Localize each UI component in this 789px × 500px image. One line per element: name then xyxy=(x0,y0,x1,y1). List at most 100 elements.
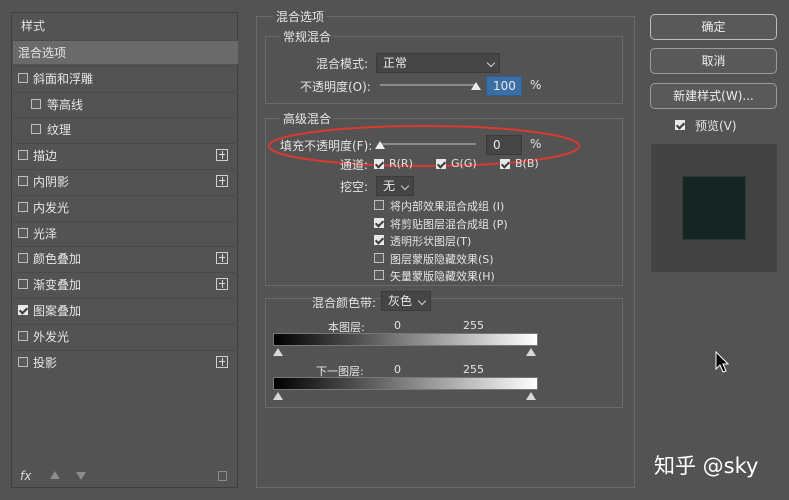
under-layer-high: 255 xyxy=(463,363,484,376)
channel-checkbox[interactable] xyxy=(436,159,446,169)
chevron-down-icon xyxy=(486,58,496,68)
style-checkbox[interactable] xyxy=(18,150,28,161)
style-checkbox[interactable] xyxy=(31,98,41,109)
this-layer-high: 255 xyxy=(463,319,484,332)
style-item[interactable]: 等高线 xyxy=(13,91,238,116)
opacity-slider-track[interactable] xyxy=(380,84,476,86)
under-layer-low: 0 xyxy=(394,363,401,376)
style-item-label: 斜面和浮雕 xyxy=(33,71,94,86)
style-item[interactable]: 纹理 xyxy=(13,117,238,141)
knockout-select[interactable]: 无 xyxy=(376,176,414,196)
advanced-option-checkbox[interactable] xyxy=(374,252,384,263)
add-effect-icon[interactable] xyxy=(216,149,228,162)
this-layer-low-handle[interactable] xyxy=(273,348,283,356)
style-item-label: 纹理 xyxy=(47,123,72,138)
preview-thumbnail xyxy=(651,144,777,272)
advanced-option-label: 将内部效果混合成组 (I) xyxy=(390,200,505,213)
advanced-option-checkbox[interactable] xyxy=(374,217,384,228)
channel-label: G(G) xyxy=(451,157,477,170)
style-item[interactable]: 投影 xyxy=(13,349,238,374)
style-item[interactable]: 描边 xyxy=(13,143,238,167)
opacity-slider-thumb[interactable] xyxy=(471,82,481,90)
cancel-button[interactable]: 取消 xyxy=(650,48,777,74)
channels-label: 通道: xyxy=(340,158,369,172)
add-effect-icon[interactable] xyxy=(216,278,228,291)
blend-mode-select[interactable]: 正常 xyxy=(376,53,500,73)
blend-if-select[interactable]: 灰色 xyxy=(381,291,431,311)
style-item[interactable]: 光泽 xyxy=(13,220,238,245)
under-layer-high-handle[interactable] xyxy=(526,392,536,400)
ok-button[interactable]: 确定 xyxy=(650,14,777,40)
chevron-down-icon xyxy=(417,296,427,306)
trash-icon[interactable] xyxy=(218,471,227,481)
style-checkbox[interactable] xyxy=(31,124,41,135)
style-checkbox[interactable] xyxy=(18,356,28,367)
advanced-option-label: 将剪贴图层混合成组 (P) xyxy=(390,217,508,231)
style-item[interactable]: 内阴影 xyxy=(13,169,238,193)
advanced-option-label: 图层蒙版隐藏效果(S) xyxy=(390,252,494,266)
style-item-label: 内阴影 xyxy=(33,175,70,189)
under-layer-low-handle[interactable] xyxy=(273,392,283,400)
style-checkbox[interactable] xyxy=(18,72,28,83)
style-checkbox[interactable] xyxy=(18,279,28,290)
advanced-option-checkbox[interactable] xyxy=(374,200,384,210)
style-item-label: 外发光 xyxy=(33,329,70,344)
advanced-option-checkbox[interactable] xyxy=(374,235,384,245)
general-blending-title: 常规混合 xyxy=(280,28,335,45)
style-item[interactable]: 渐变叠加 xyxy=(13,272,238,296)
style-item[interactable]: 混合选项 xyxy=(13,40,238,64)
blend-if-group xyxy=(265,298,623,408)
mouse-pointer-icon xyxy=(715,351,730,373)
preview-checkbox[interactable] xyxy=(675,120,685,130)
blend-if-label: 混合颜色带: xyxy=(312,296,377,310)
channel-label: B(B) xyxy=(515,157,539,170)
style-item[interactable]: 外发光 xyxy=(13,323,238,348)
move-up-icon[interactable] xyxy=(50,471,60,479)
style-checkbox[interactable] xyxy=(18,253,28,264)
add-effect-icon[interactable] xyxy=(216,252,228,265)
style-item[interactable]: 颜色叠加 xyxy=(13,246,238,270)
blending-options-title: 混合选项 xyxy=(273,8,328,25)
new-style-button[interactable]: 新建样式(W)... xyxy=(650,83,777,109)
style-checkbox[interactable] xyxy=(18,201,28,212)
under-layer-gradient[interactable] xyxy=(273,377,538,390)
style-checkbox[interactable] xyxy=(18,176,28,186)
this-layer-high-handle[interactable] xyxy=(526,348,536,356)
opacity-input[interactable]: 100 xyxy=(486,76,522,96)
opacity-unit: % xyxy=(530,78,542,92)
style-item-label: 图案叠加 xyxy=(33,304,82,318)
blend-mode-label: 混合模式: xyxy=(316,57,369,71)
style-item-label: 投影 xyxy=(33,355,58,370)
move-down-icon[interactable] xyxy=(76,472,86,480)
chevron-down-icon xyxy=(400,181,410,191)
preview-label[interactable]: 预览(V) xyxy=(695,117,737,134)
add-effect-icon[interactable] xyxy=(216,355,228,368)
advanced-option-label: 透明形状图层(T) xyxy=(390,235,472,248)
advanced-option-label: 矢量蒙版隐藏效果(H) xyxy=(390,270,495,283)
style-item-label: 光泽 xyxy=(33,226,58,241)
styles-header: 样式 xyxy=(21,19,46,33)
style-checkbox[interactable] xyxy=(18,330,28,341)
opacity-value: 100 xyxy=(493,79,516,93)
style-item-label: 混合选项 xyxy=(18,46,67,60)
style-item-label: 颜色叠加 xyxy=(33,252,82,267)
style-item[interactable]: 内发光 xyxy=(13,194,238,219)
add-effect-icon[interactable] xyxy=(216,175,228,187)
style-item-label: 渐变叠加 xyxy=(33,278,82,293)
this-layer-low: 0 xyxy=(394,319,401,332)
knockout-value: 无 xyxy=(383,179,396,193)
channel-checkbox[interactable] xyxy=(374,159,384,169)
style-checkbox[interactable] xyxy=(18,227,28,238)
opacity-label: 不透明度(O): xyxy=(300,80,371,94)
fx-icon[interactable]: fx xyxy=(20,469,31,483)
channel-checkbox[interactable] xyxy=(500,159,510,169)
advanced-option-checkbox[interactable] xyxy=(374,270,384,280)
knockout-label: 挖空: xyxy=(340,180,369,194)
style-item[interactable]: 图案叠加 xyxy=(13,298,238,322)
panel-footer: fx xyxy=(20,469,230,485)
watermark: 知乎 @sky xyxy=(654,454,759,478)
this-layer-gradient[interactable] xyxy=(273,333,538,346)
style-item[interactable]: 斜面和浮雕 xyxy=(13,65,238,90)
style-checkbox[interactable] xyxy=(18,305,28,315)
styles-panel: 样式 混合选项斜面和浮雕等高线纹理描边内阴影内发光光泽颜色叠加渐变叠加图案叠加外… xyxy=(11,12,238,488)
